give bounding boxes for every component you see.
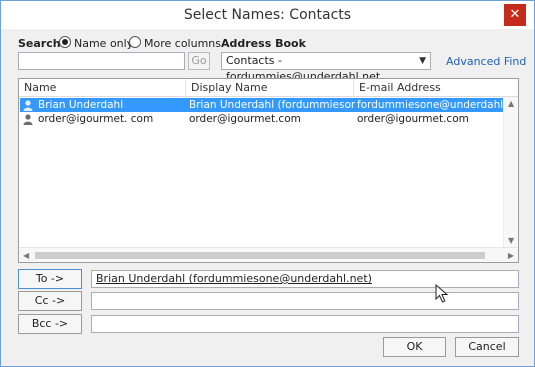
- advanced-find-link[interactable]: Advanced Find: [446, 55, 526, 68]
- scroll-left-icon[interactable]: ◀: [23, 251, 29, 260]
- close-icon: ✕: [509, 7, 521, 22]
- cc-field[interactable]: [91, 292, 519, 310]
- cc-button[interactable]: Cc ->: [18, 291, 82, 311]
- column-header-display-name[interactable]: Display Name: [186, 79, 354, 97]
- vertical-scrollbar[interactable]: ▲ ▼: [503, 97, 518, 247]
- search-input[interactable]: [18, 52, 185, 70]
- scroll-down-icon[interactable]: ▼: [508, 236, 514, 245]
- window-title: Select Names: Contacts: [183, 7, 352, 23]
- contact-person-icon: [23, 100, 33, 111]
- radio-name-only[interactable]: [59, 36, 71, 48]
- mouse-pointer-icon: [435, 284, 449, 303]
- address-book-label: Address Book: [221, 37, 306, 50]
- list-row-brian-underdahl[interactable]: Brian Underdahl Brian Underdahl (fordumm…: [20, 98, 503, 112]
- radio-name-only-label: Name only: [74, 37, 134, 50]
- row-email: fordummiesone@underdahl.net: [357, 99, 503, 111]
- contact-list[interactable]: Name Display Name E-mail Address Brian U…: [18, 78, 519, 263]
- search-label: Search:: [18, 37, 65, 50]
- title-bar: Select Names: Contacts ✕: [1, 1, 534, 29]
- scroll-right-icon[interactable]: ▶: [508, 251, 514, 260]
- scroll-up-icon[interactable]: ▲: [508, 99, 514, 108]
- go-button[interactable]: Go: [188, 52, 210, 70]
- row-name: order@igourmet. com: [38, 113, 154, 125]
- column-header-name[interactable]: Name: [19, 79, 186, 97]
- address-book-select[interactable]: Contacts - fordummies@underdahl.net ▼: [221, 52, 431, 83]
- horizontal-scroll-thumb[interactable]: [35, 252, 485, 259]
- bcc-field[interactable]: [91, 315, 519, 333]
- column-header-email[interactable]: E-mail Address: [354, 79, 503, 97]
- bcc-button[interactable]: Bcc ->: [18, 314, 82, 334]
- row-display-name: order@igourmet.com: [189, 113, 301, 125]
- radio-more-columns[interactable]: [129, 36, 141, 48]
- to-recipient[interactable]: Brian Underdahl (fordummiesone@underdahl…: [96, 272, 372, 285]
- to-button[interactable]: To ->: [18, 269, 82, 289]
- row-name: Brian Underdahl: [38, 99, 124, 111]
- contact-person-icon: [23, 114, 33, 125]
- radio-more-columns-label: More columns: [144, 37, 221, 50]
- ok-button[interactable]: OK: [383, 337, 446, 357]
- cancel-button[interactable]: Cancel: [455, 337, 519, 357]
- list-header: Name Display Name E-mail Address: [19, 79, 518, 97]
- row-email: order@igourmet.com: [357, 113, 469, 125]
- horizontal-scrollbar[interactable]: ◀ ▶: [19, 247, 518, 262]
- close-button[interactable]: ✕: [504, 4, 526, 26]
- chevron-down-icon: ▼: [419, 56, 426, 66]
- select-names-dialog: Select Names: Contacts ✕ Search: Name on…: [0, 0, 535, 367]
- to-field[interactable]: Brian Underdahl (fordummiesone@underdahl…: [91, 270, 519, 288]
- list-row-order-igourmet[interactable]: order@igourmet. com order@igourmet.com o…: [20, 112, 503, 126]
- row-display-name: Brian Underdahl (fordummiesone...: [189, 99, 355, 111]
